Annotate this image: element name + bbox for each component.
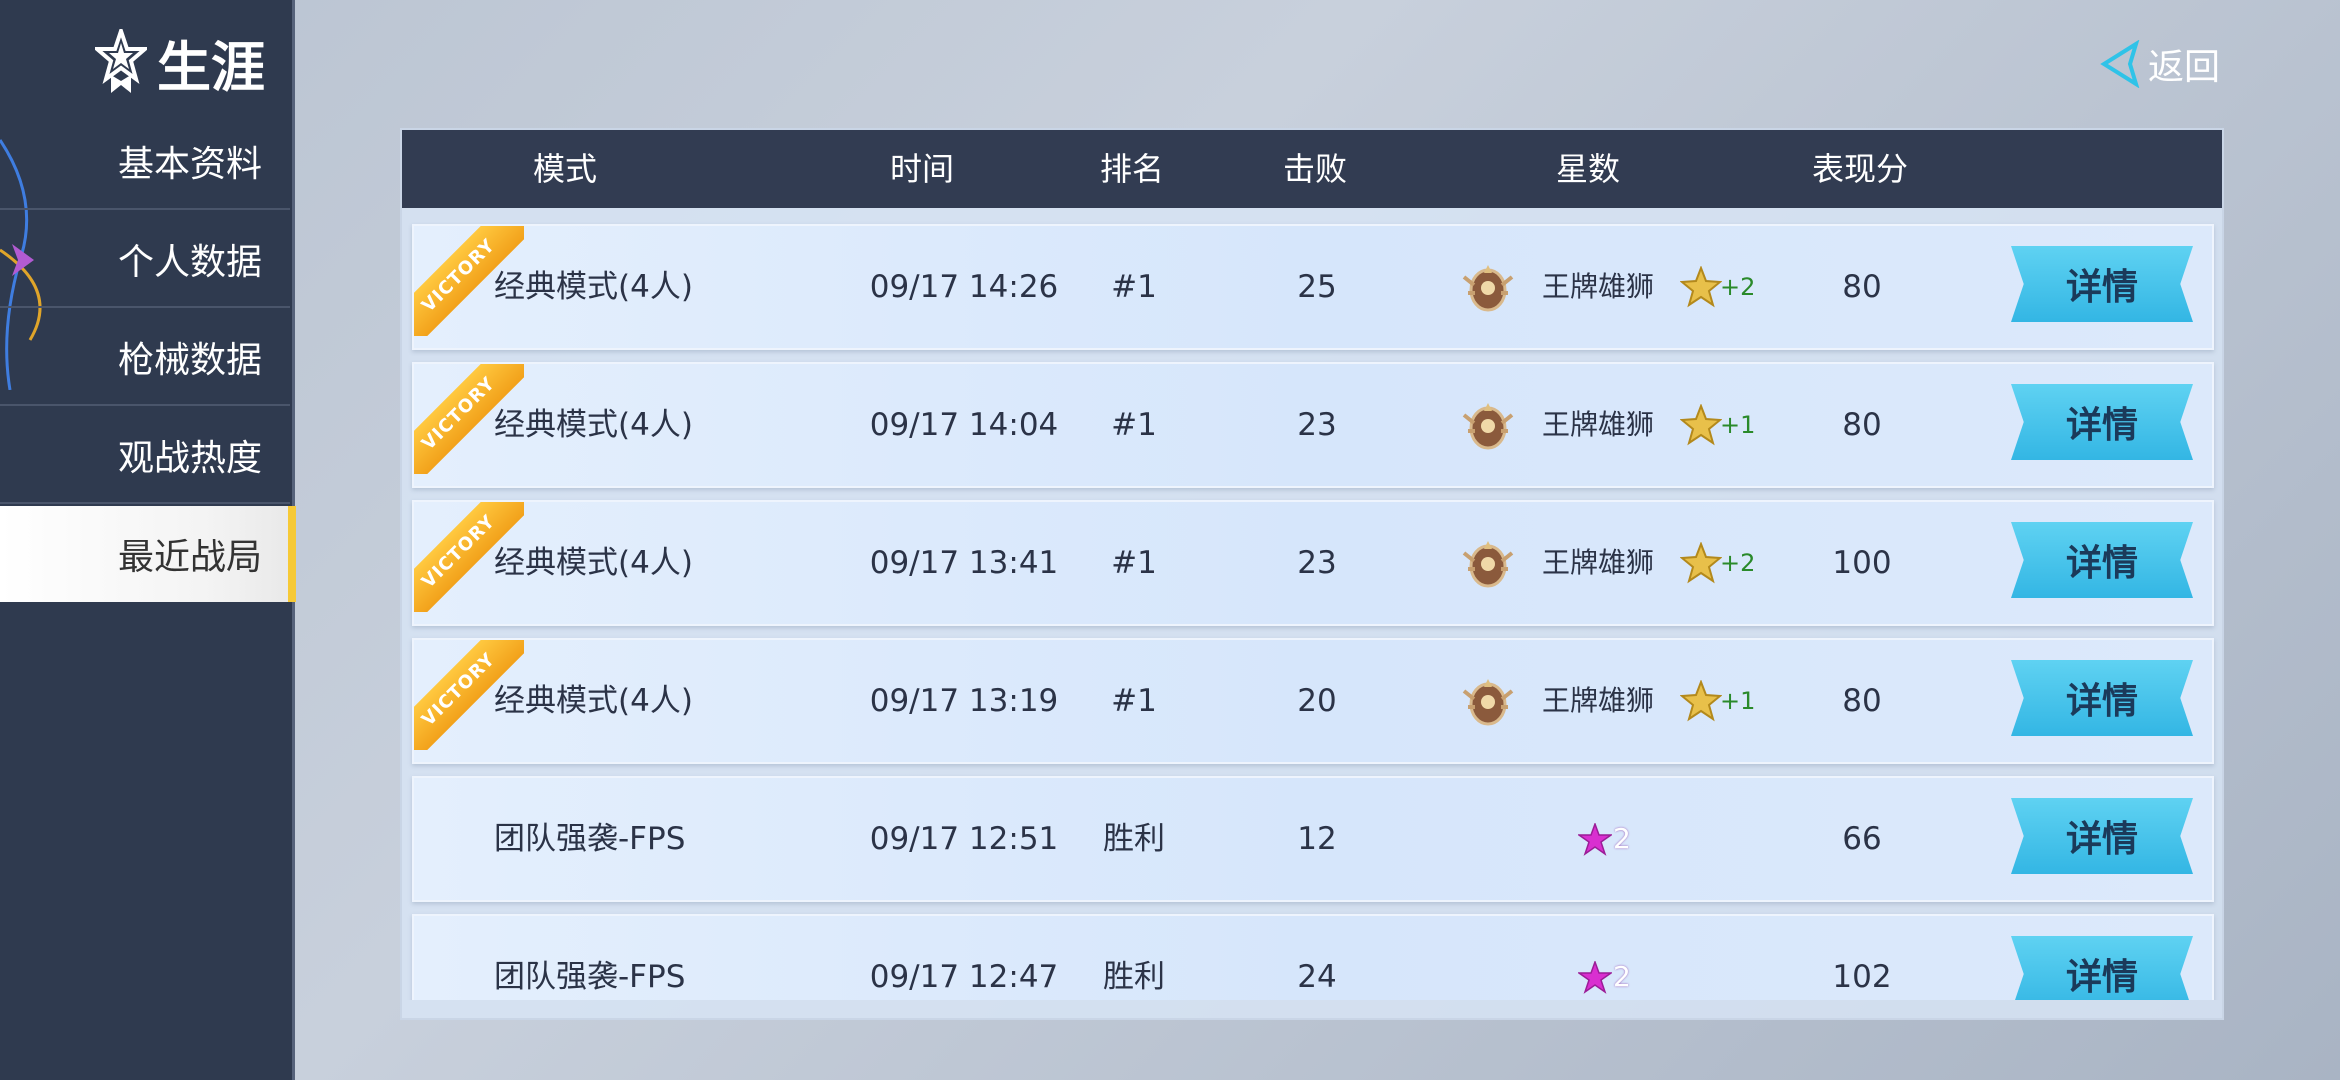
details-button[interactable]: 详情 bbox=[2011, 798, 2193, 874]
sidebar-item-weapon-data[interactable]: 枪械数据 bbox=[0, 310, 290, 406]
score-cell: 80 bbox=[1842, 407, 1882, 443]
tier-name: 王牌雄狮 bbox=[1542, 684, 1655, 717]
header-mode: 模式 bbox=[532, 150, 597, 188]
back-button[interactable]: 返回 bbox=[2100, 36, 2220, 92]
table-row: VICTORY 经典模式(4人) 09/17 14:04 #1 23 王牌雄狮 +1 80 详情 bbox=[412, 362, 2214, 488]
score-cell: 80 bbox=[1842, 683, 1882, 719]
mode-cell: 团队强袭-FPS bbox=[494, 821, 686, 857]
chevron-right-icon bbox=[12, 244, 34, 276]
table-row: 团队强袭-FPS 09/17 12:51 胜利 12 2 66 详情 bbox=[412, 776, 2214, 902]
kills-cell: 23 bbox=[1297, 545, 1337, 581]
kills-cell: 25 bbox=[1297, 269, 1337, 305]
details-button[interactable]: 详情 bbox=[2011, 936, 2193, 1000]
table-body: VICTORY 经典模式(4人) 09/17 14:26 #1 25 王牌雄狮 +2 80 详情… bbox=[402, 208, 2222, 1000]
score-cell: 102 bbox=[1832, 959, 1892, 995]
details-button[interactable]: 详情 bbox=[2011, 660, 2193, 736]
kills-cell: 23 bbox=[1297, 407, 1337, 443]
match-history-table: 模式 时间 排名 击败 星数 表现分 VICTORY 经典模式(4人) 09/17 … bbox=[400, 128, 2224, 1020]
rank-cell: #1 bbox=[1111, 269, 1157, 305]
sidebar-item-label: 最近战局 bbox=[117, 537, 262, 578]
rank-cell: 胜利 bbox=[1103, 821, 1165, 857]
page-title: 生涯 bbox=[95, 22, 265, 102]
kills-cell: 20 bbox=[1297, 683, 1337, 719]
details-button[interactable]: 详情 bbox=[2011, 522, 2193, 598]
table-row: VICTORY 经典模式(4人) 09/17 13:41 #1 23 王牌雄狮 +2 100 详… bbox=[412, 500, 2214, 626]
tier-emblem-icon bbox=[1462, 265, 1514, 312]
header-stars: 星数 bbox=[1555, 150, 1620, 188]
mode-cell: 经典模式(4人) bbox=[494, 545, 693, 581]
table-row: VICTORY 经典模式(4人) 09/17 13:19 #1 20 王牌雄狮 +1 80 详情 bbox=[412, 638, 2214, 764]
gold-star-icon bbox=[1680, 542, 1722, 584]
header-kills: 击败 bbox=[1282, 150, 1347, 188]
sidebar: 生涯 基本资料 个人数据 枪械数据 观战热度 最近战局 bbox=[0, 0, 296, 1080]
score-cell: 100 bbox=[1832, 545, 1892, 581]
career-badge-icon bbox=[95, 29, 147, 93]
tier-emblem-icon bbox=[1462, 541, 1514, 588]
sidebar-item-label: 观战热度 bbox=[117, 438, 262, 479]
sidebar-item-recent-matches[interactable]: 最近战局 bbox=[0, 506, 296, 602]
tier-emblem-icon bbox=[1462, 679, 1514, 726]
pink-star-icon bbox=[1578, 961, 1612, 994]
kills-cell: 24 bbox=[1297, 959, 1337, 995]
table-header: 模式 时间 排名 击败 星数 表现分 bbox=[402, 130, 2222, 208]
gold-star-icon bbox=[1680, 404, 1722, 446]
sidebar-item-label: 基本资料 bbox=[117, 144, 262, 185]
tier-name: 王牌雄狮 bbox=[1542, 270, 1655, 303]
table-row: 团队强袭-FPS 09/17 12:47 胜利 24 2 102 详情 bbox=[412, 914, 2214, 1000]
star-change: +2 bbox=[1720, 273, 1756, 301]
mode-cell: 团队强袭-FPS bbox=[494, 959, 686, 995]
mode-cell: 经典模式(4人) bbox=[494, 269, 693, 305]
tier-name: 王牌雄狮 bbox=[1542, 546, 1655, 579]
rank-cell: #1 bbox=[1111, 545, 1157, 581]
back-label: 返回 bbox=[2148, 47, 2221, 88]
mode-cell: 经典模式(4人) bbox=[494, 407, 693, 443]
score-cell: 80 bbox=[1842, 269, 1882, 305]
gold-star-icon bbox=[1680, 266, 1722, 308]
tier-name: 王牌雄狮 bbox=[1542, 408, 1655, 441]
kills-cell: 12 bbox=[1297, 821, 1337, 857]
back-arrow-icon bbox=[2100, 40, 2140, 88]
sidebar-item-label: 个人数据 bbox=[117, 242, 262, 283]
star-change: +1 bbox=[1720, 687, 1756, 715]
rank-cell: 胜利 bbox=[1103, 959, 1165, 995]
sidebar-item-label: 枪械数据 bbox=[117, 340, 262, 381]
sidebar-item-spectate-heat[interactable]: 观战热度 bbox=[0, 408, 290, 504]
pink-star-icon bbox=[1578, 823, 1612, 856]
table-row: VICTORY 经典模式(4人) 09/17 14:26 #1 25 王牌雄狮 +2 80 详情 bbox=[412, 224, 2214, 350]
star-change: +1 bbox=[1720, 411, 1756, 439]
mode-cell: 经典模式(4人) bbox=[494, 683, 693, 719]
header-time: 时间 bbox=[889, 150, 954, 188]
details-button[interactable]: 详情 bbox=[2011, 384, 2193, 460]
sidebar-item-basic-info[interactable]: 基本资料 bbox=[0, 114, 290, 210]
rank-cell: #1 bbox=[1111, 683, 1157, 719]
star-count: 2 bbox=[1613, 822, 1631, 855]
star-count: 2 bbox=[1613, 960, 1631, 993]
tier-emblem-icon bbox=[1462, 403, 1514, 450]
gold-star-icon bbox=[1680, 680, 1722, 722]
details-button[interactable]: 详情 bbox=[2011, 246, 2193, 322]
header-rank: 排名 bbox=[1099, 150, 1164, 188]
page-title-text: 生涯 bbox=[157, 35, 265, 99]
rank-cell: #1 bbox=[1111, 407, 1157, 443]
header-score: 表现分 bbox=[1811, 150, 1908, 188]
sidebar-item-personal-data[interactable]: 个人数据 bbox=[0, 212, 290, 308]
star-change: +2 bbox=[1720, 549, 1756, 577]
score-cell: 66 bbox=[1842, 821, 1882, 857]
